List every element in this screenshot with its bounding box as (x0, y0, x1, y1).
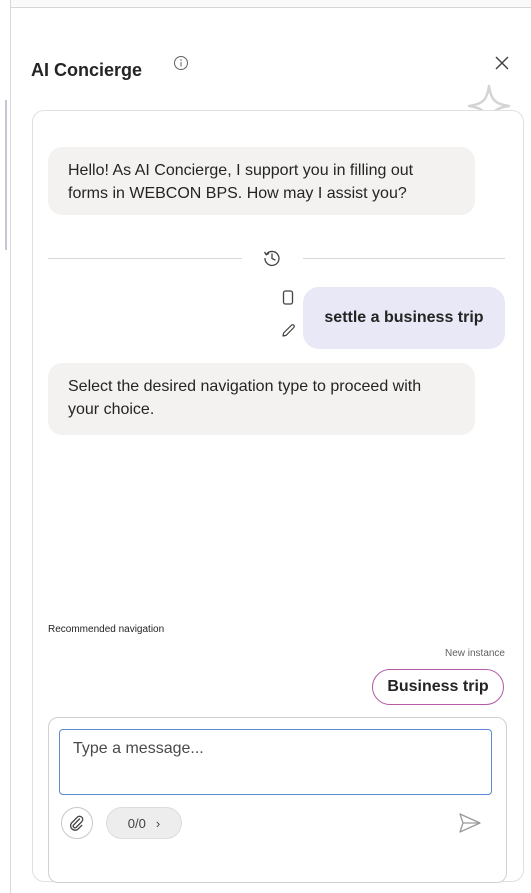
background-accent (5, 100, 7, 250)
response-counter[interactable]: 0/0 › (106, 807, 182, 839)
message-input[interactable] (59, 729, 492, 795)
copy-icon[interactable] (281, 289, 295, 307)
chat-container: Hello! As AI Concierge, I support you in… (32, 110, 524, 883)
info-icon[interactable] (173, 55, 189, 71)
background-page-edge (0, 0, 11, 893)
chevron-right-icon: › (155, 815, 161, 831)
panel-title: AI Concierge (31, 60, 143, 80)
business-trip-button[interactable]: Business trip (372, 669, 504, 705)
close-icon[interactable] (491, 52, 513, 74)
message-composer: 0/0 › (48, 717, 507, 883)
ai-concierge-panel: AI Concierge Hello! As AI Concierge, I s… (11, 8, 531, 893)
bot-greeting-message: Hello! As AI Concierge, I support you in… (48, 147, 475, 215)
counter-text: 0/0 (127, 815, 146, 831)
edit-icon[interactable] (280, 323, 296, 339)
attach-button[interactable] (61, 807, 93, 839)
history-divider-left (48, 258, 242, 259)
user-message: settle a business trip (303, 287, 505, 349)
history-divider-right (303, 258, 505, 259)
bot-reply-message: Select the desired navigation type to pr… (48, 363, 475, 435)
paperclip-icon (69, 815, 84, 831)
new-instance-label: New instance (444, 648, 505, 659)
app-window: AI Concierge Hello! As AI Concierge, I s… (0, 0, 531, 893)
window-top-edge (0, 0, 531, 8)
send-icon[interactable] (457, 811, 483, 835)
history-icon[interactable] (262, 248, 282, 268)
recommended-navigation-label: Recommended navigation (48, 624, 165, 635)
